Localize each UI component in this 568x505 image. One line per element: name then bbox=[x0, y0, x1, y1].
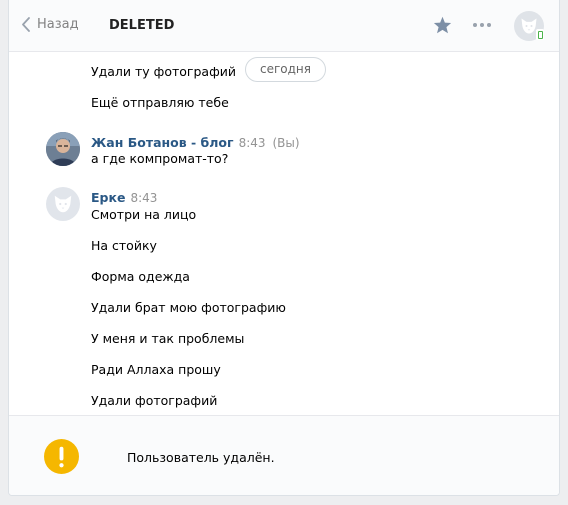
message-time: 8:43 bbox=[130, 191, 158, 205]
message-text: Смотри на лицо bbox=[91, 207, 197, 222]
chat-header: Назад DELETED bbox=[9, 0, 559, 52]
star-icon[interactable] bbox=[433, 16, 452, 37]
more-icon[interactable] bbox=[472, 18, 492, 35]
author-line: Жан Ботанов - блог 8:43 (Вы) bbox=[91, 135, 300, 150]
message-text: Ещё отправляю тебе bbox=[91, 95, 229, 110]
message-text: Удали брат мою фотографию bbox=[91, 300, 286, 315]
dog-avatar-icon bbox=[54, 195, 72, 213]
date-separator: сегодня bbox=[245, 57, 326, 82]
author-line: Ерке 8:43 bbox=[91, 190, 157, 205]
chevron-left-icon bbox=[22, 17, 30, 32]
message-text: а где компромат-то? bbox=[91, 151, 229, 166]
author-name[interactable]: Жан Ботанов - блог bbox=[91, 135, 234, 150]
message-text: Ради Аллаха прошу bbox=[91, 362, 221, 377]
message-text: На стойку bbox=[91, 238, 157, 253]
back-button[interactable]: Назад bbox=[21, 17, 79, 32]
mobile-online-icon bbox=[536, 29, 544, 40]
message-text: У меня и так проблемы bbox=[91, 331, 245, 346]
avatar[interactable] bbox=[46, 187, 80, 221]
message-text: Удали ту фотографий bbox=[91, 64, 237, 79]
warning-icon bbox=[44, 439, 79, 474]
deleted-user-notice: Пользователь удалён. bbox=[9, 415, 559, 495]
avatar[interactable] bbox=[46, 132, 80, 166]
message-text: Форма одежда bbox=[91, 269, 190, 284]
chat-title: DELETED bbox=[109, 18, 175, 33]
chat-panel: Назад DELETED Удали ту фотографий сегодн… bbox=[8, 0, 560, 496]
you-tag: (Вы) bbox=[272, 136, 300, 150]
notice-text: Пользователь удалён. bbox=[127, 450, 275, 465]
back-label: Назад bbox=[37, 17, 79, 32]
message-text: Удали фотографий bbox=[91, 393, 218, 408]
author-name[interactable]: Ерке bbox=[91, 190, 125, 205]
message-time: 8:43 bbox=[238, 136, 266, 150]
